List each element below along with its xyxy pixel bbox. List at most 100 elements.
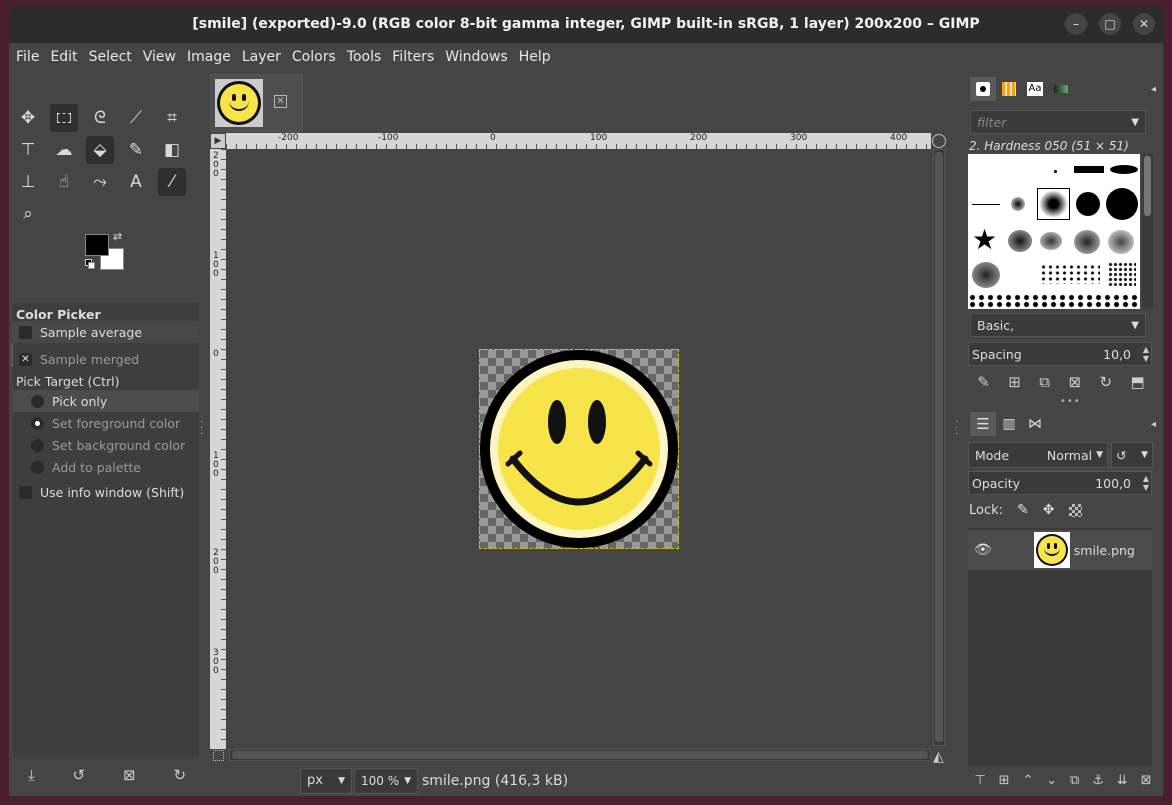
zoom-tool-icon[interactable]: ⌕ — [14, 200, 42, 228]
navigate-icon[interactable] — [932, 134, 946, 148]
raise-layer-icon[interactable]: ⌃ — [1022, 773, 1033, 788]
zoom-select[interactable]: 100 % ▼ — [354, 767, 418, 794]
target-set-foreground[interactable]: Set foreground color — [13, 412, 199, 434]
brushes-tab-icon[interactable] — [970, 77, 996, 101]
new-brush-icon[interactable]: ⊞ — [1008, 373, 1021, 391]
close-button[interactable]: ✕ — [1133, 13, 1155, 35]
paintbrush-tool-icon[interactable]: ✎ — [122, 136, 150, 164]
close-image-tab-icon[interactable]: ✕ — [274, 95, 287, 108]
target-set-background[interactable]: Set background color — [13, 434, 199, 456]
duplicate-brush-icon[interactable]: ⧉ — [1039, 373, 1050, 391]
eraser-tool-icon[interactable]: ◧ — [158, 136, 186, 164]
smiley-image[interactable] — [479, 349, 679, 549]
horizontal-ruler: -200 -100 0 100 200 300 400 — [226, 133, 931, 149]
paths-tab-icon[interactable]: ⋈ — [1022, 412, 1048, 436]
menu-colors[interactable]: Colors — [292, 49, 336, 65]
lower-layer-icon[interactable]: ⌄ — [1046, 773, 1057, 788]
menu-help[interactable]: Help — [519, 49, 551, 65]
target-add-to-palette[interactable]: Add to palette — [13, 456, 199, 478]
gradients-tab-icon[interactable] — [1048, 77, 1074, 101]
restore-options-icon[interactable]: ↺ — [73, 766, 86, 784]
fg-bg-colors[interactable]: ⇄ — [85, 230, 131, 274]
left-sash-handle[interactable]: · · · — [200, 418, 203, 440]
image-canvas[interactable] — [226, 149, 930, 748]
horizontal-scrollbar[interactable] — [229, 749, 931, 761]
new-layer-icon[interactable]: ⊞ — [999, 773, 1010, 788]
smudge-tool-icon[interactable]: ☝ — [50, 168, 78, 196]
unified-transform-tool-icon[interactable]: ⊤ — [14, 136, 42, 164]
foreground-color-swatch[interactable] — [85, 234, 109, 256]
lasso-tool-icon[interactable]: ᘓ — [86, 104, 114, 132]
spinner-arrows-icon[interactable]: ▲ ▼ — [1143, 474, 1149, 492]
layers-tab-icon[interactable]: ☰ — [970, 412, 996, 436]
color-picker-tool-icon[interactable]: ⁄ — [158, 168, 186, 196]
zoom-on-resize-icon[interactable]: ◭ — [933, 749, 944, 765]
menu-windows[interactable]: Windows — [445, 49, 508, 65]
opacity-spinner[interactable]: Opacity 100,0 ▲ ▼ — [968, 471, 1152, 495]
vertical-scrollbar[interactable] — [933, 149, 945, 746]
menu-image[interactable]: Image — [187, 49, 231, 65]
new-layer-group-icon[interactable]: ⊤ — [974, 773, 985, 788]
ruler-corner-icon[interactable]: ▶ — [211, 134, 225, 148]
lock-pixels-icon[interactable]: ✎ — [1017, 502, 1029, 518]
menu-layer[interactable]: Layer — [242, 49, 281, 65]
brush-grid-scrollbar[interactable] — [1142, 154, 1153, 309]
menu-select[interactable]: Select — [89, 49, 132, 65]
sample-merged-option[interactable]: ✕ Sample merged — [13, 348, 199, 370]
rect-select-tool-icon[interactable] — [50, 104, 78, 132]
brush-tag-select[interactable]: Basic, ▼ — [970, 313, 1146, 337]
refresh-brushes-icon[interactable]: ↻ — [1099, 373, 1112, 391]
menu-edit[interactable]: Edit — [50, 49, 77, 65]
save-options-icon[interactable]: ⤓ — [28, 766, 35, 784]
edit-brush-icon[interactable]: ✎ — [977, 373, 990, 391]
lock-alpha-icon[interactable] — [1068, 503, 1082, 517]
right-sash-handle[interactable]: · · · — [955, 418, 958, 440]
quick-mask-icon[interactable] — [213, 750, 224, 761]
target-pick-only[interactable]: Pick only — [13, 390, 199, 412]
ruler-h-label: -200 — [278, 133, 299, 143]
sample-average-option[interactable]: Sample average — [13, 321, 199, 343]
minimize-button[interactable]: – — [1065, 13, 1087, 35]
duplicate-layer-icon[interactable]: ⧉ — [1070, 773, 1079, 788]
layer-mode-select[interactable]: Mode Normal ▼ — [968, 442, 1108, 468]
warp-transform-tool-icon[interactable]: ☁ — [50, 136, 78, 164]
menu-file[interactable]: File — [16, 49, 39, 65]
crop-tool-icon[interactable]: ⌗ — [158, 104, 186, 132]
anchor-layer-icon[interactable]: ⚓ — [1092, 773, 1104, 788]
lock-position-icon[interactable]: ✥ — [1043, 502, 1055, 518]
reset-options-icon[interactable]: ↻ — [173, 766, 186, 784]
eye-icon[interactable]: 👁 — [974, 542, 992, 558]
configure-tab-icon[interactable]: ◂ — [1151, 84, 1156, 95]
configure-tab-icon[interactable]: ◂ — [1151, 419, 1156, 430]
bucket-fill-tool-icon[interactable]: ⬙ — [86, 136, 114, 164]
delete-brush-icon[interactable]: ⊠ — [1068, 373, 1081, 391]
move-tool-icon[interactable]: ✥ — [14, 104, 42, 132]
brush-grid[interactable]: ★ — [968, 154, 1140, 309]
brush-filter-input[interactable]: filter ▼ — [970, 110, 1146, 134]
swap-colors-icon[interactable]: ⇄ — [113, 230, 122, 243]
composite-mode-select[interactable]: ↺ ▼ — [1111, 442, 1153, 468]
patterns-tab-icon[interactable] — [996, 77, 1022, 101]
menu-view[interactable]: View — [143, 49, 176, 65]
paths-tool-icon[interactable]: ⤳ — [86, 168, 114, 196]
maximize-button[interactable]: □ — [1099, 13, 1121, 35]
open-brush-as-image-icon[interactable]: ⬒ — [1131, 373, 1145, 391]
merge-layer-icon[interactable]: ⇊ — [1117, 773, 1128, 788]
use-info-window-option[interactable]: Use info window (Shift) — [13, 481, 199, 503]
menu-tools[interactable]: Tools — [347, 49, 382, 65]
unit-select[interactable]: px ▼ — [300, 767, 352, 794]
menu-filters[interactable]: Filters — [392, 49, 434, 65]
delete-layer-icon[interactable]: ⊠ — [1141, 773, 1152, 788]
dock-separator-handle[interactable]: ••• — [1060, 396, 1081, 407]
delete-options-icon[interactable]: ⊠ — [123, 766, 136, 784]
default-colors-icon[interactable] — [85, 259, 95, 269]
layer-row[interactable]: 👁 smile.png — [968, 530, 1152, 570]
text-tool-icon[interactable]: A — [122, 168, 150, 196]
fuzzy-select-tool-icon[interactable]: ⟋ — [122, 104, 150, 132]
channels-tab-icon[interactable]: ▥ — [996, 412, 1022, 436]
fonts-tab-icon[interactable]: Aa — [1022, 77, 1048, 101]
image-tab[interactable]: ✕ — [210, 74, 303, 132]
clone-tool-icon[interactable]: ⊥ — [14, 168, 42, 196]
brush-spacing-spinner[interactable]: Spacing 10,0 ▲ ▼ — [968, 342, 1152, 366]
spinner-arrows-icon[interactable]: ▲ ▼ — [1143, 345, 1149, 363]
